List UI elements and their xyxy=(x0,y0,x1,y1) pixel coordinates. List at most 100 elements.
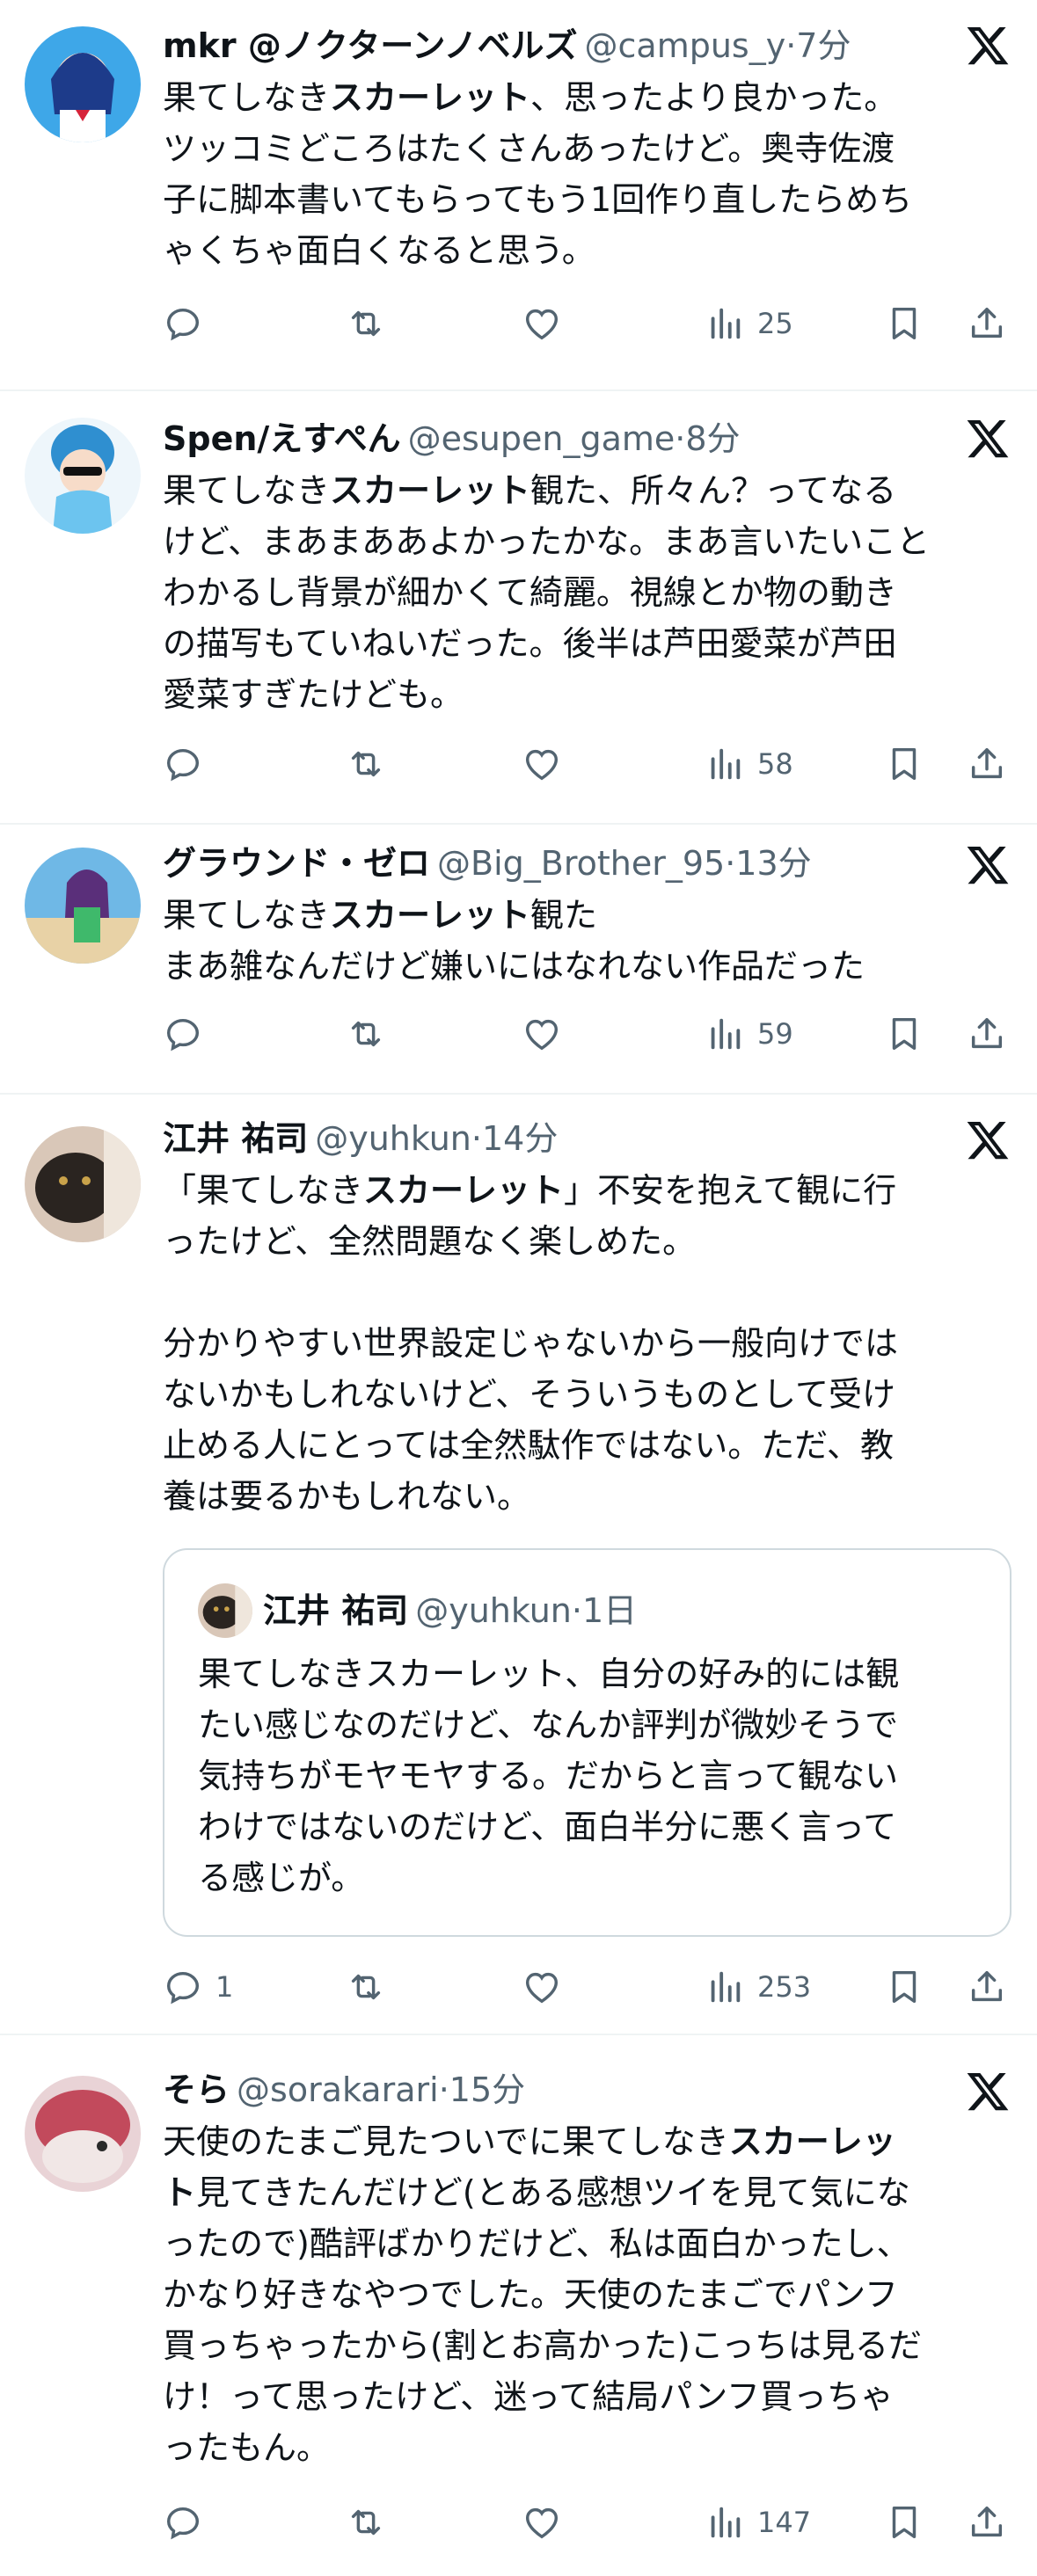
views-button[interactable]: 147 xyxy=(705,2496,811,2549)
tweet[interactable]: Spen/えすぺん @esupen_game·8分 果てしなきスカーレット観た、所… xyxy=(0,391,1037,825)
share-button[interactable] xyxy=(967,738,1007,790)
views-chart-icon xyxy=(711,748,741,780)
quoted-tweet[interactable]: 江井 祐司 @yuhkun·1日 果てしなきスカーレット、自分の好み的には観 たい感… xyxy=(163,1548,1011,1937)
quoted-display-name: 江井 祐司 xyxy=(263,1591,409,1630)
repost-button[interactable] xyxy=(346,1961,386,2013)
heart-icon xyxy=(525,749,559,781)
tweet-header: そら @sorakarari·15分 xyxy=(163,2067,958,2113)
tweet[interactable]: 江井 祐司 @yuhkun·14分 「果てしなきスカーレット」不安を抱えて観に行っ… xyxy=(0,1095,1037,2035)
tweet[interactable]: そら @sorakarari·15分 天使のたまご見たついでに果てしなきスカーレッ… xyxy=(0,2035,1037,2576)
views-button[interactable]: 253 xyxy=(705,1961,811,2013)
views-button[interactable]: 58 xyxy=(705,738,793,790)
like-button[interactable] xyxy=(522,738,562,790)
reply-button[interactable] xyxy=(163,1008,215,1060)
handle[interactable]: @yuhkun xyxy=(315,1119,471,1158)
bookmark-icon xyxy=(892,2506,917,2539)
views-button[interactable]: 25 xyxy=(705,297,793,350)
action-bar: 25 xyxy=(163,297,1019,350)
share-button[interactable] xyxy=(967,1961,1007,2013)
share-icon xyxy=(971,307,1003,338)
bookmark-button[interactable] xyxy=(884,2496,924,2549)
repost-button[interactable] xyxy=(346,1008,386,1060)
share-icon xyxy=(971,1017,1003,1049)
share-button[interactable] xyxy=(967,297,1007,350)
quoted-header: 江井 祐司 @yuhkun·1日 xyxy=(263,1585,637,1636)
bookmark-icon xyxy=(892,1017,917,1051)
tweet[interactable]: mkr @ノクターンノベルズ @campus_y·7分 果てしなきスカーレット、思… xyxy=(0,0,1037,391)
repost-button[interactable] xyxy=(346,297,386,350)
tweet-header: グラウンド・ゼロ @Big_Brother_95·13分 xyxy=(163,840,958,886)
avatar[interactable] xyxy=(25,2076,141,2192)
timestamp[interactable]: ·14分 xyxy=(471,1119,558,1158)
bookmark-button[interactable] xyxy=(884,297,924,350)
like-button[interactable] xyxy=(522,2496,562,2549)
reply-icon xyxy=(166,2507,200,2540)
display-name[interactable]: そら xyxy=(163,2070,230,2109)
repost-button[interactable] xyxy=(346,738,386,790)
reply-button[interactable] xyxy=(163,297,215,350)
reply-button[interactable] xyxy=(163,2496,215,2549)
bookmark-icon xyxy=(892,1970,917,2004)
repost-icon xyxy=(351,1974,381,2000)
x-logo-icon xyxy=(965,23,1011,69)
action-bar: 58 xyxy=(163,738,1019,790)
x-logo-icon xyxy=(965,842,1011,888)
views-count: 59 xyxy=(757,1017,793,1051)
like-button[interactable] xyxy=(522,1961,562,2013)
reply-button[interactable] xyxy=(163,738,215,790)
share-button[interactable] xyxy=(967,2496,1007,2549)
views-chart-icon xyxy=(711,308,741,339)
repost-button[interactable] xyxy=(346,2496,386,2549)
bookmark-button[interactable] xyxy=(884,1961,924,2013)
handle[interactable]: @Big_Brother_95 xyxy=(437,844,725,883)
action-bar: 147 xyxy=(163,2496,1019,2549)
like-button[interactable] xyxy=(522,297,562,350)
share-button[interactable] xyxy=(967,1008,1007,1060)
x-logo-icon xyxy=(965,416,1011,462)
timestamp[interactable]: ·13分 xyxy=(725,844,811,883)
tweet-header: 江井 祐司 @yuhkun·14分 xyxy=(163,1116,958,1161)
handle[interactable]: @sorakarari xyxy=(237,2070,439,2109)
tweet-text: 果てしなきスカーレット観た まあ雑なんだけど嫌いにはなれない作品だった xyxy=(163,896,865,986)
handle[interactable]: @campus_y xyxy=(585,26,786,65)
share-icon xyxy=(971,1970,1003,2002)
bookmark-button[interactable] xyxy=(884,738,924,790)
repost-icon xyxy=(351,310,381,337)
display-name[interactable]: Spen/えすぺん xyxy=(163,419,401,458)
display-name[interactable]: 江井 祐司 xyxy=(163,1119,308,1158)
share-icon xyxy=(971,747,1003,779)
tweet-text: 「果てしなきスカーレット」不安を抱えて観に行 ったけど、全然問題なく楽しめた。 分か… xyxy=(163,1171,899,1516)
avatar[interactable] xyxy=(25,848,141,964)
handle[interactable]: @esupen_game xyxy=(408,419,676,458)
reply-icon xyxy=(166,308,200,341)
bookmark-icon xyxy=(892,747,917,781)
reply-count: 1 xyxy=(215,1970,234,2004)
views-button[interactable]: 59 xyxy=(705,1008,793,1060)
timestamp[interactable]: ·15分 xyxy=(439,2070,525,2109)
display-name[interactable]: mkr @ノクターンノベルズ xyxy=(163,26,578,65)
heart-icon xyxy=(525,309,559,340)
heart-icon xyxy=(525,2507,559,2539)
repost-icon xyxy=(351,2509,381,2536)
reply-icon xyxy=(166,1018,200,1052)
avatar[interactable] xyxy=(25,418,141,534)
reply-button[interactable]: 1 xyxy=(163,1961,233,2013)
views-count: 253 xyxy=(757,1970,812,2004)
tweet[interactable]: グラウンド・ゼロ @Big_Brother_95·13分 果てしなきスカーレット観… xyxy=(0,825,1037,1095)
views-chart-icon xyxy=(711,1018,741,1050)
quoted-avatar[interactable] xyxy=(198,1583,252,1638)
quoted-handle: @yuhkun xyxy=(415,1591,572,1630)
timestamp[interactable]: ·8分 xyxy=(675,419,740,458)
like-button[interactable] xyxy=(522,1008,562,1060)
timestamp[interactable]: ·7分 xyxy=(785,26,851,65)
avatar[interactable] xyxy=(25,1126,141,1242)
views-chart-icon xyxy=(711,1971,741,2003)
tweet-text: 天使のたまご見たついでに果てしなきスカーレッ ト見てきたんだけど(とある感想ツイを… xyxy=(163,2122,922,2467)
bookmark-button[interactable] xyxy=(884,1008,924,1060)
views-chart-icon xyxy=(711,2507,741,2538)
views-count: 25 xyxy=(757,307,793,340)
heart-icon xyxy=(525,1019,559,1051)
display-name[interactable]: グラウンド・ゼロ xyxy=(163,844,430,883)
avatar[interactable] xyxy=(25,26,141,142)
repost-icon xyxy=(351,1021,381,1047)
